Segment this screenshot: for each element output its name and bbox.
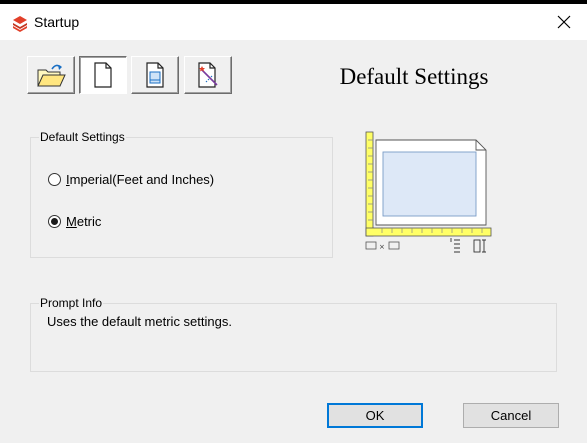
imperial-radio-indicator[interactable]: [48, 172, 61, 186]
close-icon: [557, 15, 571, 29]
blank-document-icon: [94, 62, 112, 88]
app-logo-icon: [13, 16, 27, 32]
page-heading: Default Settings: [339, 64, 489, 89]
window-title: Startup: [34, 14, 80, 30]
ok-button[interactable]: OK: [327, 403, 423, 428]
prompt-info-group: Prompt Info Uses the default metric sett…: [30, 296, 557, 372]
use-template-button[interactable]: [131, 56, 179, 94]
wizard-icon: [198, 62, 218, 88]
open-folder-icon: [37, 64, 66, 87]
prompt-info-group-label: Prompt Info: [39, 296, 104, 310]
prompt-info-text: Uses the default metric settings.: [47, 314, 232, 329]
cancel-button[interactable]: Cancel: [463, 403, 559, 428]
drawing-preview-image: ×: [365, 131, 492, 253]
close-button[interactable]: [541, 4, 587, 40]
startup-dialog: Startup Default Settings Default Setting…: [0, 4, 587, 443]
imperial-radio-label: Imperial(Feet and Inches): [66, 171, 215, 187]
default-settings-group: Default Settings Imperial(Feet and Inche…: [30, 130, 333, 258]
svg-text:×: ×: [379, 243, 385, 251]
title-bar: Startup: [0, 4, 587, 40]
open-drawing-button[interactable]: [27, 56, 75, 94]
metric-radio[interactable]: Metric: [48, 212, 101, 230]
default-settings-group-label: Default Settings: [39, 130, 126, 144]
template-icon: [146, 62, 164, 88]
use-wizard-button[interactable]: [184, 56, 232, 94]
metric-radio-indicator[interactable]: [48, 214, 61, 228]
imperial-radio[interactable]: Imperial(Feet and Inches): [48, 170, 214, 188]
start-from-scratch-button[interactable]: [79, 56, 127, 94]
metric-radio-label: Metric: [66, 213, 102, 229]
